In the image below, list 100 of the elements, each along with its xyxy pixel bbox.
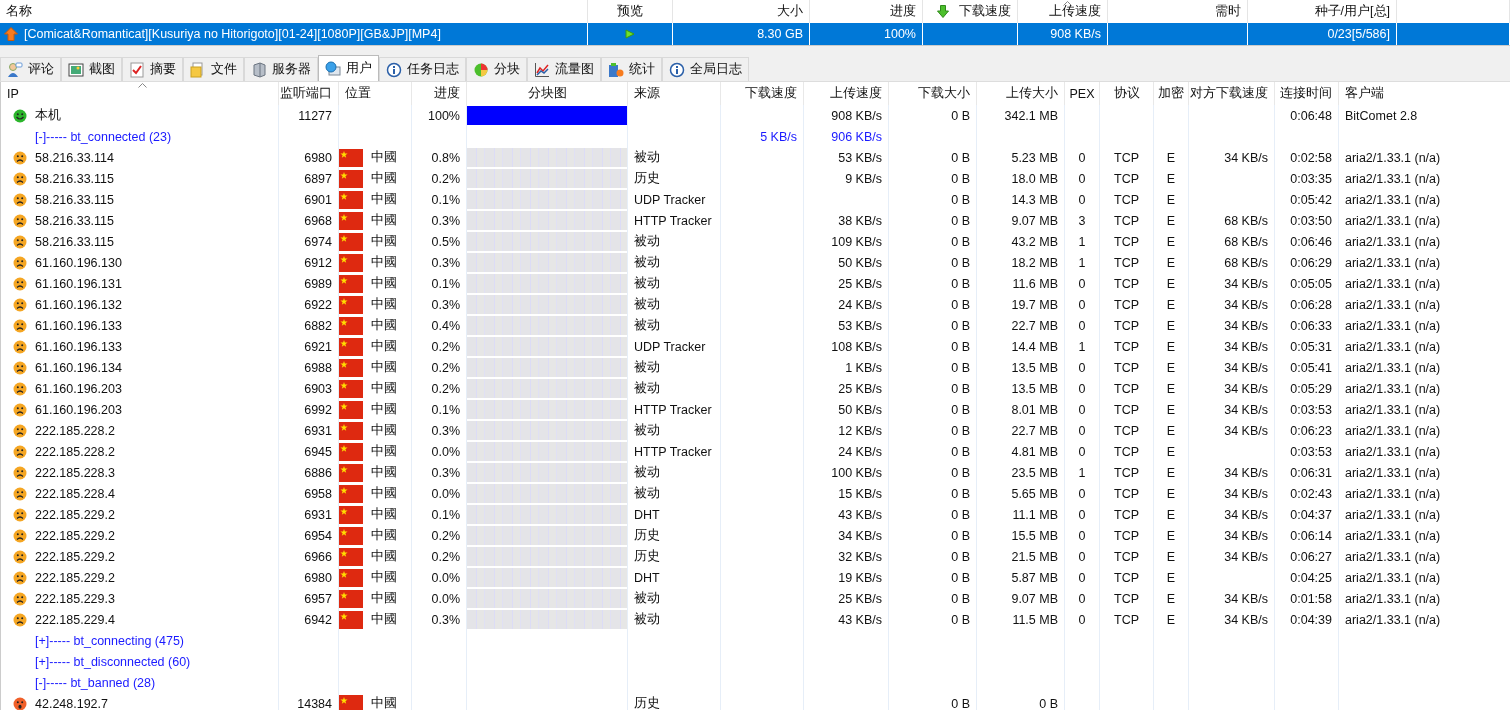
size-cell: 0 B — [951, 612, 970, 627]
port-cell: 6882 — [304, 318, 332, 333]
tab[interactable]: 摘要 — [122, 57, 183, 81]
progress-cell: 0.2% — [431, 549, 460, 564]
column-header[interactable]: 协议 — [1100, 82, 1154, 105]
country-name: 中國 — [371, 380, 397, 397]
progress-cell: 0.3% — [431, 423, 460, 438]
size-cell: 9.07 MB — [1011, 213, 1058, 228]
source-cell: DHT — [634, 570, 660, 585]
tab[interactable]: 服务器 — [244, 57, 318, 81]
country-name: 中國 — [371, 401, 397, 418]
tab[interactable]: 文件 — [183, 57, 244, 81]
ip-address: 222.185.229.2 — [35, 570, 115, 585]
speed-cell: 68 KB/s — [1224, 234, 1268, 249]
port-cell: 6931 — [304, 507, 332, 522]
size-cell: 13.5 MB — [1011, 381, 1058, 396]
progress-cell: 0.0% — [431, 591, 460, 606]
column-header[interactable]: 位置 — [339, 82, 412, 105]
time-cell: 0:02:43 — [1290, 486, 1332, 501]
size-cell: 0 B — [951, 234, 970, 249]
server-icon — [251, 61, 267, 78]
pex-cell: 1 — [1078, 234, 1086, 249]
pex-cell: 0 — [1078, 360, 1086, 375]
play-icon[interactable] — [625, 29, 635, 39]
speed-cell: 34 KB/s — [1224, 528, 1268, 543]
sad-face-icon — [13, 255, 27, 270]
size-cell: 22.7 MB — [1011, 318, 1058, 333]
torrent-row[interactable]: [Comicat&Romanticat][Kusuriya no Hitorigoto][01-24][1080P][GB&JP][MP4] 8.30 GB 100% 908 KB/s 0/23[5/586] — [0, 23, 1510, 45]
country-name: 中國 — [371, 359, 397, 376]
size-cell: 19.7 MB — [1011, 297, 1058, 312]
client-cell: aria2/1.33.1 (n/a) — [1345, 423, 1441, 438]
source-cell: 被动 — [634, 149, 660, 166]
tab[interactable]: 分块 — [466, 57, 527, 81]
tab[interactable]: 截图 — [61, 57, 122, 81]
pex-cell: 0 — [1078, 612, 1086, 627]
sad-face-icon — [13, 570, 27, 585]
info-icon — [669, 61, 685, 78]
column-header[interactable]: 连接时间 — [1275, 82, 1339, 105]
progress-cell: 0.0% — [431, 570, 460, 585]
size-cell: 5.87 MB — [1011, 570, 1058, 585]
sad-face-icon — [13, 507, 27, 522]
client-cell: aria2/1.33.1 (n/a) — [1345, 192, 1441, 207]
computer-globe-icon — [325, 60, 341, 77]
column-header[interactable]: 对方下载速度 — [1189, 82, 1275, 105]
tab[interactable]: 全局日志 — [662, 57, 749, 81]
protocol-cell: TCP — [1114, 444, 1139, 459]
column-header[interactable]: 监听端口 — [279, 82, 339, 105]
group-toggle[interactable]: [+]----- bt_disconnected (60) — [35, 654, 191, 669]
column-header[interactable]: 上传速度 — [804, 82, 889, 105]
group-toggle[interactable]: [+]----- bt_connecting (475) — [35, 633, 185, 648]
time-cell: 0:06:33 — [1290, 318, 1332, 333]
column-header[interactable]: 下载大小 — [889, 82, 977, 105]
pex-cell: 1 — [1078, 255, 1086, 270]
country-name: 中國 — [371, 569, 397, 586]
group-toggle[interactable]: [-]----- bt_connected (23) — [35, 129, 172, 144]
sad-face-icon — [13, 213, 27, 228]
tab[interactable]: 用户 — [318, 55, 379, 81]
splitter-bar[interactable] — [0, 45, 1510, 56]
country-name: 中國 — [371, 296, 397, 313]
encryption-cell: E — [1166, 213, 1176, 228]
tab[interactable]: 流量图 — [527, 57, 601, 81]
source-cell: 历史 — [634, 695, 660, 710]
protocol-cell: TCP — [1114, 150, 1139, 165]
column-header[interactable]: 分块图 — [467, 82, 628, 105]
column-header[interactable]: 下载速度 — [721, 82, 804, 105]
source-cell: 被动 — [634, 317, 660, 334]
country-name: 中國 — [371, 191, 397, 208]
protocol-cell: TCP — [1114, 612, 1139, 627]
column-header[interactable]: 上传大小 — [977, 82, 1065, 105]
port-cell: 6901 — [304, 192, 332, 207]
sad-face-icon — [13, 276, 27, 291]
port-cell: 6980 — [304, 570, 332, 585]
tab[interactable]: 统计 — [601, 57, 662, 81]
speed-cell: 24 KB/s — [838, 444, 882, 459]
flag-icon — [339, 337, 363, 356]
ip-address: 222.185.228.2 — [35, 444, 115, 459]
column-header[interactable]: 加密 — [1154, 82, 1189, 105]
column-header[interactable]: 进度 — [412, 82, 467, 105]
tab[interactable]: 任务日志 — [379, 57, 466, 81]
column-header[interactable]: 来源 — [628, 82, 721, 105]
column-header[interactable]: PEX — [1065, 82, 1100, 105]
tab[interactable]: 评论 — [0, 57, 61, 81]
group-toggle[interactable]: [-]----- bt_banned (28) — [35, 675, 156, 690]
group-speed: 5 KB/s — [760, 129, 797, 144]
size-cell: 0 B — [951, 381, 970, 396]
source-cell: 被动 — [634, 380, 660, 397]
port-cell: 6897 — [304, 171, 332, 186]
protocol-cell: TCP — [1114, 507, 1139, 522]
country-name: 中國 — [371, 548, 397, 565]
sad-face-icon — [13, 192, 27, 207]
pex-cell: 0 — [1078, 402, 1086, 417]
column-header[interactable]: 客户端 — [1339, 82, 1510, 105]
speed-cell: 34 KB/s — [1224, 381, 1268, 396]
port-cell: 6942 — [304, 612, 332, 627]
time-cell: 0:05:31 — [1290, 339, 1332, 354]
encryption-cell: E — [1166, 465, 1176, 480]
column-header[interactable]: IP — [1, 82, 279, 105]
pex-cell: 1 — [1078, 339, 1086, 354]
ip-address: 222.185.229.2 — [35, 528, 115, 543]
client-cell: aria2/1.33.1 (n/a) — [1345, 171, 1441, 186]
